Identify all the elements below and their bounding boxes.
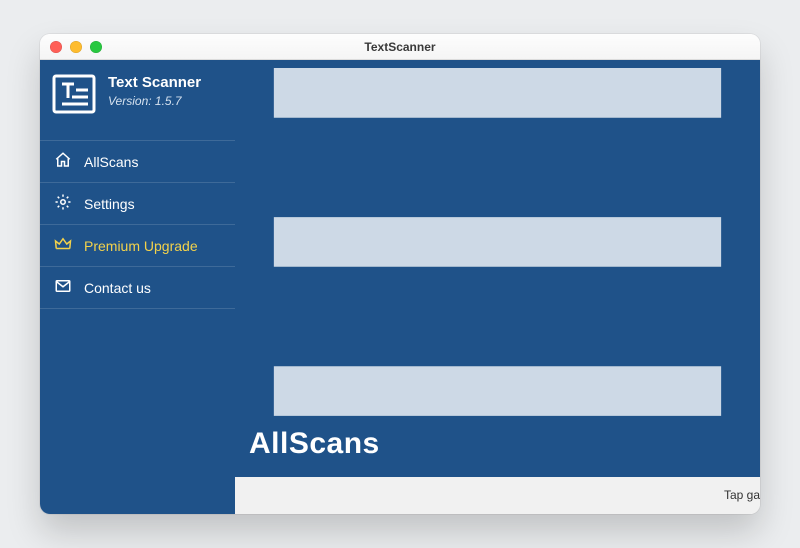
- sidebar-item-settings[interactable]: Settings: [40, 182, 235, 224]
- app-window: TextScanner Text Scanner Version:: [40, 34, 760, 514]
- window-title: TextScanner: [364, 40, 435, 54]
- close-icon[interactable]: [50, 41, 62, 53]
- content-area: Tap ga: [235, 477, 760, 514]
- sidebar-item-label: Settings: [84, 196, 135, 212]
- minimize-icon[interactable]: [70, 41, 82, 53]
- topbar: AllScans: [235, 60, 760, 477]
- sidebar-item-contact[interactable]: Contact us: [40, 266, 235, 309]
- app-name: Text Scanner: [108, 74, 201, 92]
- sidebar-item-premium[interactable]: Premium Upgrade: [40, 224, 235, 266]
- page-title: AllScans: [249, 427, 746, 461]
- app-logo-icon: [52, 74, 96, 114]
- sidebar-item-label: AllScans: [84, 154, 138, 170]
- home-icon: [54, 151, 72, 172]
- app-version: Version: 1.5.7: [108, 94, 201, 108]
- menu-icon[interactable]: [249, 403, 746, 420]
- crown-icon: [54, 235, 72, 256]
- sidebar: Text Scanner Version: 1.5.7 AllScans: [40, 60, 235, 514]
- sidebar-item-label: Premium Upgrade: [84, 238, 198, 254]
- sidebar-item-label: Contact us: [84, 280, 151, 296]
- tap-hint-text: Tap ga: [724, 488, 760, 502]
- window-controls: [50, 41, 102, 53]
- sidebar-nav: AllScans Settings: [40, 140, 235, 309]
- zoom-icon[interactable]: [90, 41, 102, 53]
- gear-icon: [54, 193, 72, 214]
- brand-block: Text Scanner Version: 1.5.7: [40, 60, 235, 122]
- app-body: Text Scanner Version: 1.5.7 AllScans: [40, 60, 760, 514]
- brand-text: Text Scanner Version: 1.5.7: [108, 74, 201, 108]
- main-panel: AllScans Tap ga: [235, 60, 760, 514]
- mail-icon: [54, 277, 72, 298]
- titlebar: TextScanner: [40, 34, 760, 60]
- sidebar-item-allscans[interactable]: AllScans: [40, 140, 235, 182]
